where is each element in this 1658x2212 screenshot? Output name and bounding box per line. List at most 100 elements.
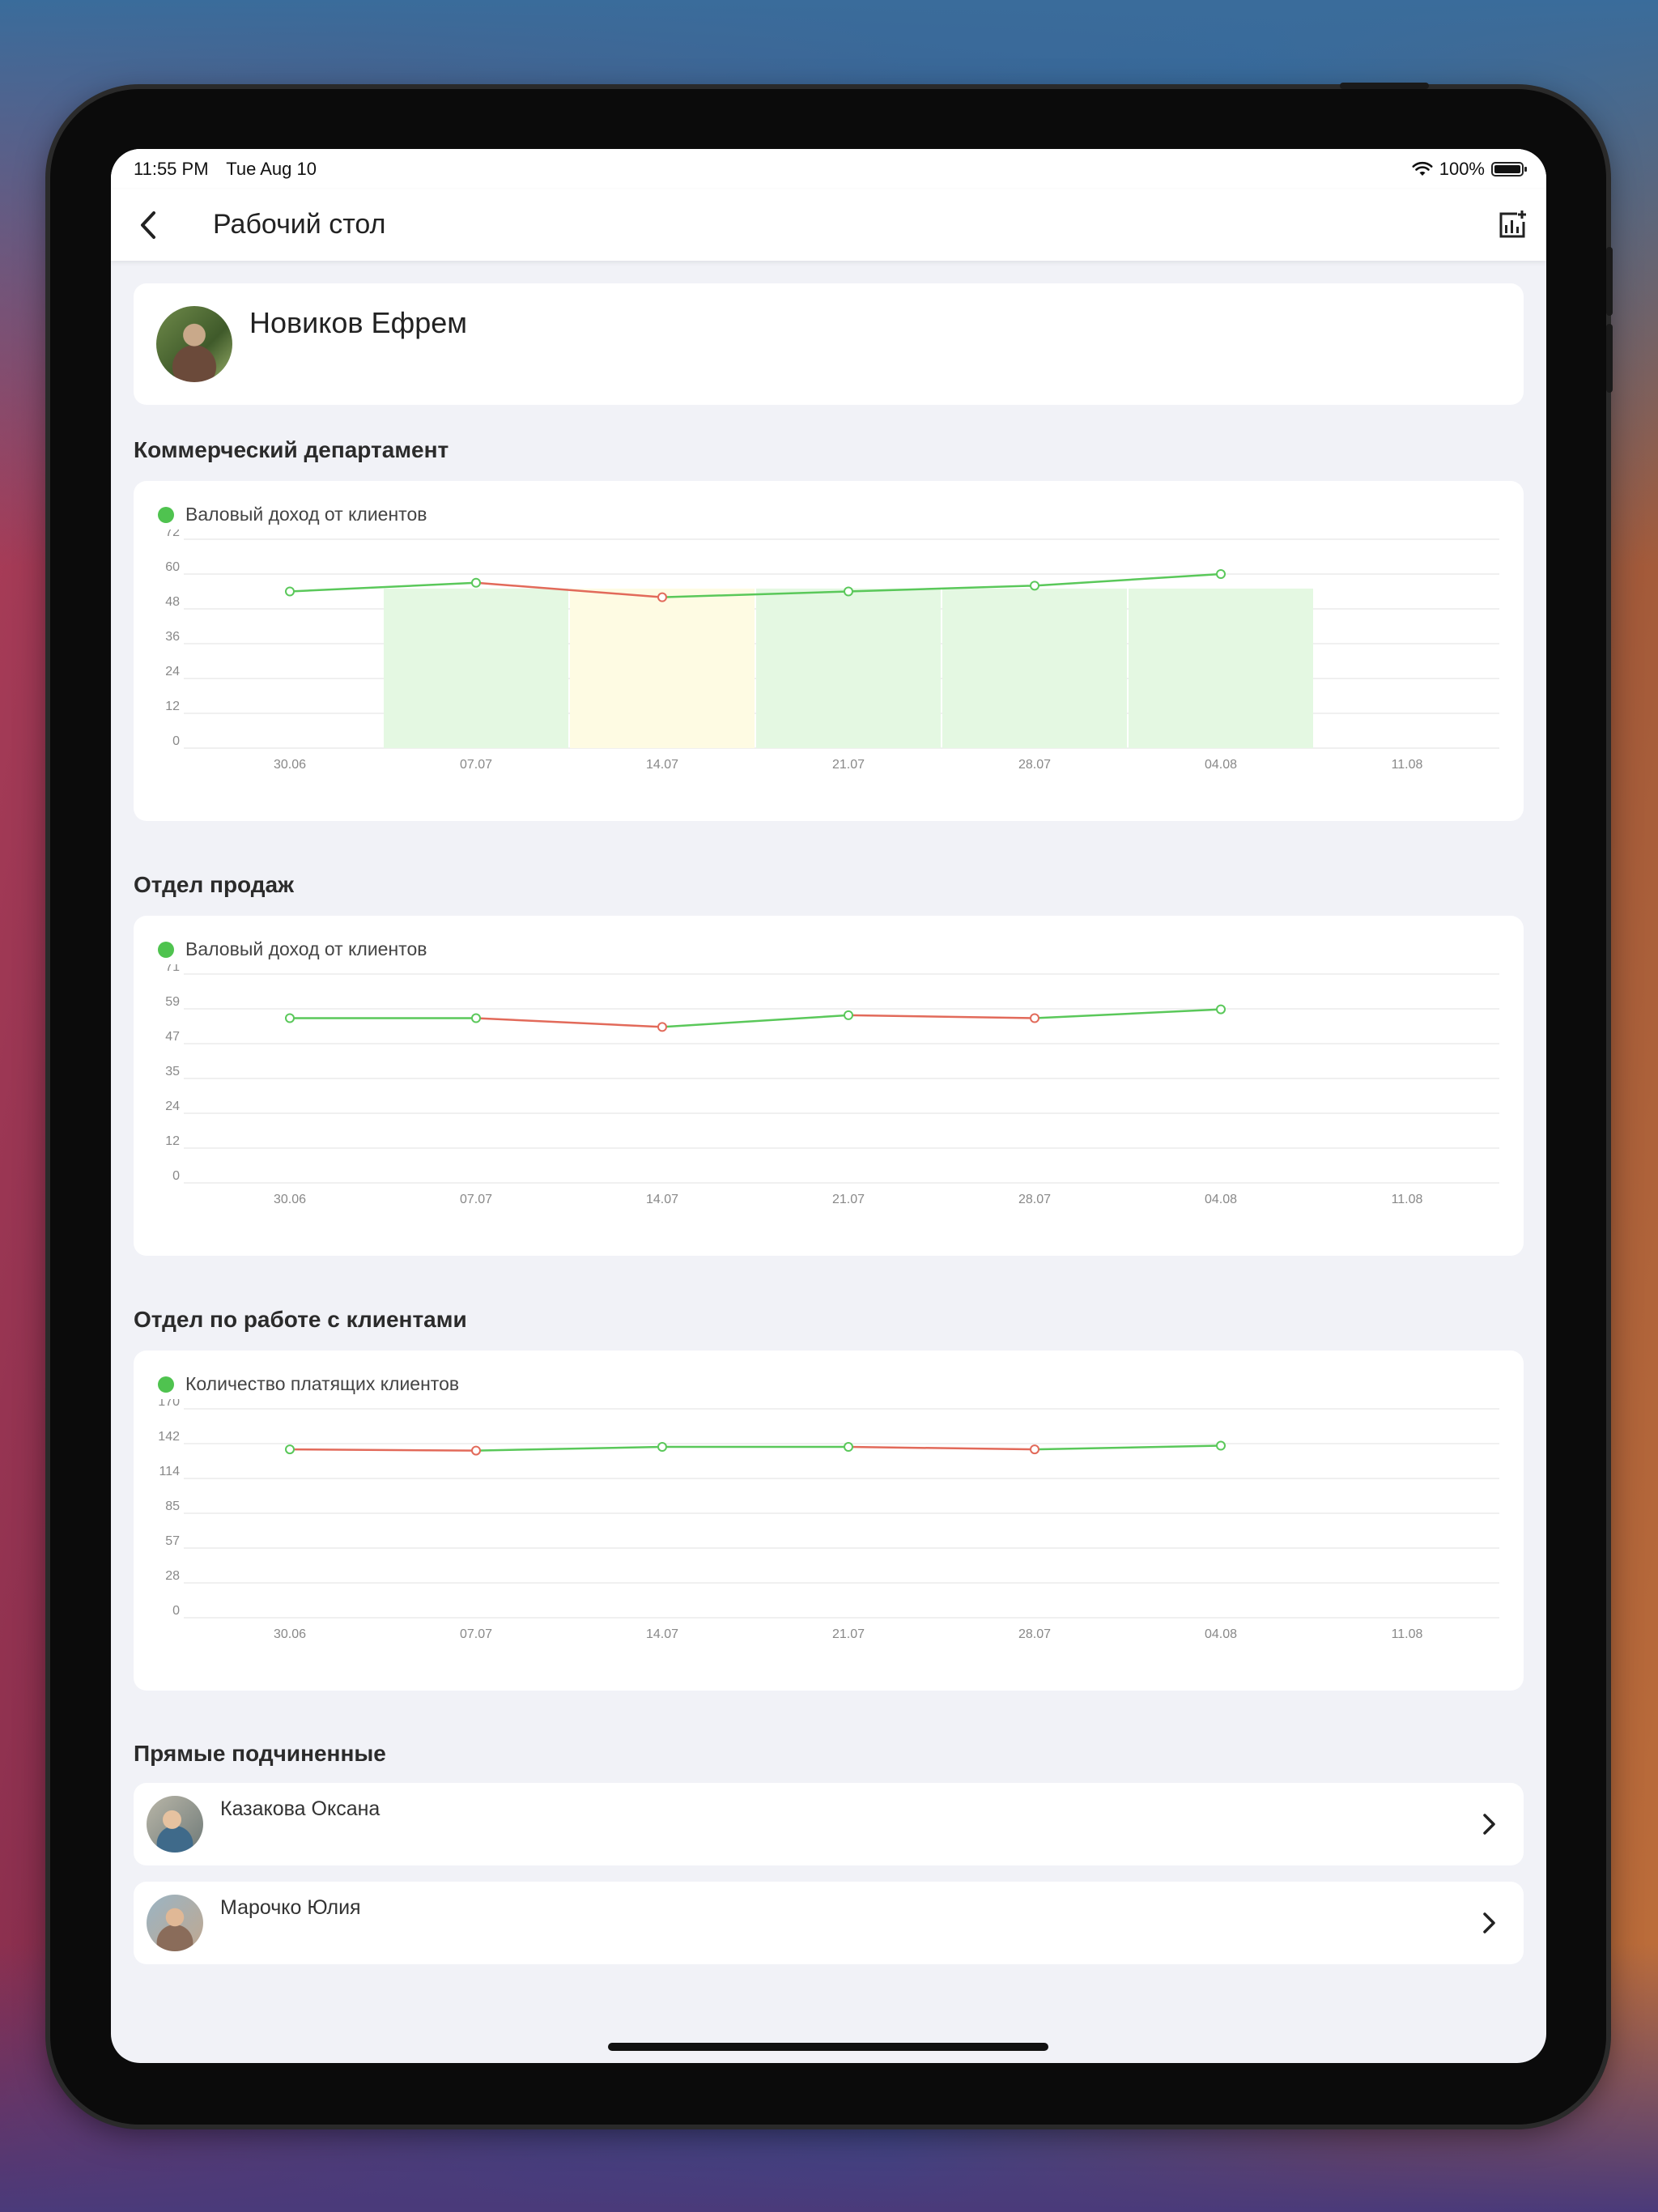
x-tick-label: 07.07: [460, 1627, 492, 1641]
page-title: Рабочий стол: [213, 209, 386, 240]
data-point: [1030, 1013, 1039, 1023]
target-bar: [756, 588, 941, 748]
chevron-left-icon[interactable]: [130, 207, 166, 243]
y-tick-label: 0: [172, 1604, 180, 1618]
legend-label: Количество платящих клиентов: [185, 1373, 460, 1394]
y-tick-label: 142: [158, 1430, 180, 1444]
y-tick-label: 85: [165, 1499, 180, 1513]
y-tick-label: 24: [165, 1100, 180, 1113]
legend-label: Валовый доход от клиентов: [185, 504, 427, 525]
avatar: [147, 1895, 203, 1951]
x-tick-label: 21.07: [832, 1193, 865, 1206]
data-point: [1216, 1440, 1226, 1451]
x-tick-label: 11.08: [1392, 1627, 1423, 1641]
x-tick-label: 14.07: [646, 1193, 678, 1206]
legend-label: Валовый доход от клиентов: [185, 938, 427, 959]
x-tick-label: 04.08: [1205, 758, 1237, 772]
section-title-commercial: Коммерческий департамент: [134, 437, 449, 462]
status-time: 11:55 PM: [134, 159, 209, 179]
x-tick-label: 28.07: [1018, 758, 1051, 772]
subordinate-name: Казакова Оксана: [220, 1797, 380, 1820]
data-point: [844, 586, 853, 597]
chart-clients: 0 28 57 85 114 142 170 30.06 07.07 14.07 21.07 28.0…: [158, 1399, 1499, 1641]
status-date: Tue Aug 10: [226, 159, 317, 179]
series-segment: [661, 1014, 849, 1028]
x-tick-label: 07.07: [460, 1193, 492, 1206]
series-segment: [1034, 1444, 1222, 1451]
avatar: [156, 306, 232, 382]
series-segment: [475, 1017, 663, 1028]
status-bar: 11:55 PM Tue Aug 10 100%: [111, 149, 1546, 189]
y-tick-label: 36: [165, 630, 180, 644]
y-tick-label: 47: [165, 1030, 180, 1044]
app-screen: 11:55 PM Tue Aug 10 100% Рабочий стол Но…: [111, 149, 1546, 2063]
series-segment: [848, 1445, 1035, 1451]
data-point: [1030, 1444, 1039, 1455]
data-point: [285, 1444, 295, 1455]
chart-legend: Количество платящих клиентов: [158, 1373, 459, 1395]
x-tick-label: 30.06: [274, 1193, 306, 1206]
chart-sales: 0 12 24 35 47 59 71 30.06 07.07 14.07 21.07 28.07 04…: [165, 964, 1499, 1206]
data-point: [844, 1010, 853, 1020]
data-point: [471, 1013, 481, 1023]
y-tick-label: 12: [165, 1134, 180, 1148]
y-tick-label: 0: [172, 1169, 180, 1183]
data-point: [471, 1445, 481, 1456]
chart-card-sales: Валовый доход от клиентов 0 12 24 35 47 59 71 3…: [134, 916, 1524, 1256]
profile-card[interactable]: Новиков Ефрем: [134, 283, 1524, 405]
chart-legend: Валовый доход от клиентов: [158, 938, 427, 960]
data-point: [471, 577, 481, 588]
series-segment: [1034, 1008, 1222, 1019]
series-segment: [848, 1014, 1035, 1019]
data-point: [1216, 1004, 1226, 1015]
subordinate-row[interactable]: Марочко Юлия: [134, 1882, 1524, 1964]
legend-dot-icon: [158, 506, 174, 523]
add-chart-icon[interactable]: [1494, 207, 1530, 243]
profile-name: Новиков Ефрем: [249, 306, 467, 339]
series-segment: [289, 1448, 477, 1452]
series-segment: [475, 1445, 663, 1452]
y-tick-label: 170: [158, 1399, 180, 1409]
target-bar: [942, 588, 1127, 748]
avatar: [147, 1796, 203, 1853]
data-point: [657, 1442, 667, 1453]
legend-dot-icon: [158, 1376, 174, 1393]
wifi-icon: [1412, 161, 1433, 176]
y-tick-label: 57: [165, 1534, 180, 1548]
chart-card-clients: Количество платящих клиентов 0 28 57 85 114 1…: [134, 1351, 1524, 1691]
x-tick-label: 07.07: [460, 758, 492, 772]
subordinate-name: Марочко Юлия: [220, 1896, 361, 1919]
x-tick-label: 04.08: [1205, 1627, 1237, 1641]
y-tick-label: 59: [165, 995, 180, 1009]
target-bar: [570, 588, 755, 748]
data-point: [657, 1022, 667, 1032]
section-title-clients: Отдел по работе с клиентами: [134, 1307, 467, 1332]
x-tick-label: 04.08: [1205, 1193, 1237, 1206]
x-tick-label: 11.08: [1392, 758, 1423, 772]
data-point: [285, 1013, 295, 1023]
y-tick-label: 60: [165, 560, 180, 574]
y-tick-label: 0: [172, 734, 180, 748]
chevron-right-icon: [1483, 1814, 1495, 1835]
battery-icon: [1491, 162, 1527, 177]
x-tick-label: 30.06: [274, 1627, 306, 1641]
y-tick-label: 35: [165, 1065, 180, 1078]
x-tick-label: 11.08: [1392, 1193, 1423, 1206]
y-tick-label: 24: [165, 665, 180, 678]
series-segment: [1034, 572, 1222, 587]
x-tick-label: 14.07: [646, 758, 678, 772]
chart-legend: Валовый доход от клиентов: [158, 504, 427, 525]
section-title-sales: Отдел продаж: [134, 872, 294, 897]
y-tick-label: 28: [165, 1569, 180, 1583]
chevron-right-icon: [1483, 1912, 1495, 1933]
data-point: [1216, 569, 1226, 579]
x-tick-label: 21.07: [832, 758, 865, 772]
x-tick-label: 28.07: [1018, 1193, 1051, 1206]
x-tick-label: 21.07: [832, 1627, 865, 1641]
volume-up-button: [1606, 247, 1613, 316]
data-point: [657, 592, 667, 602]
home-indicator: [608, 2043, 1048, 2051]
power-button: [1340, 83, 1429, 89]
y-tick-label: 48: [165, 595, 180, 609]
subordinate-row[interactable]: Казакова Оксана: [134, 1783, 1524, 1865]
